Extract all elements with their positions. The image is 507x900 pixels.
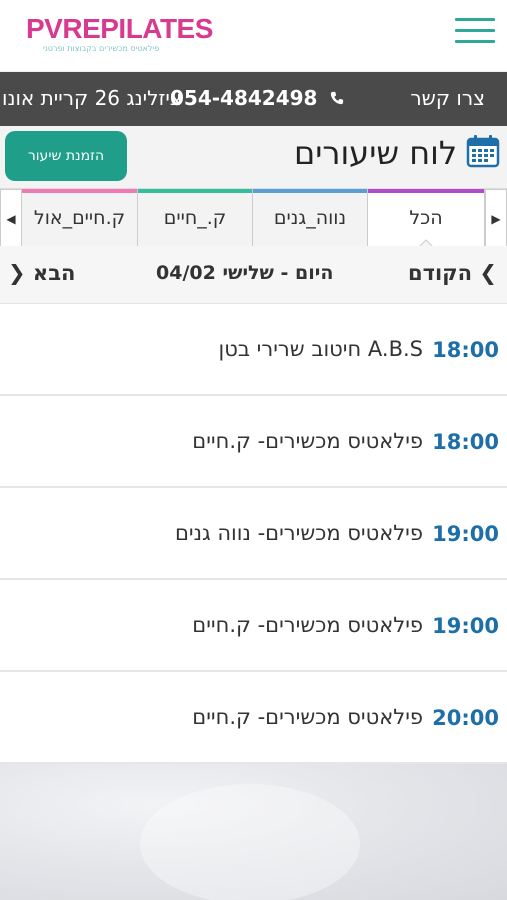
logo-wordmark: PVREPILATES [26,13,213,44]
tab-neve-ganim[interactable]: נווה_גנים [253,189,368,247]
chevron-right-icon: ❯ [479,261,497,285]
next-day-label: הבא [32,261,76,285]
class-time: 19:00 [432,614,499,638]
class-name: פילאטיס מכשירים- ק.חיים [192,705,423,729]
logo-tagline: פילאטיס מכשירים בקבוצות ופרטני [42,44,160,53]
class-row[interactable]: 19:00 פילאטיס מכשירים- ק.חיים [0,580,507,672]
chevron-left-icon: ❮ [8,261,26,285]
previous-day-label: הקודם [408,261,473,285]
logo-pure-text: PVRE [26,13,101,44]
class-name: פילאטיס מכשירים- ק.חיים [192,613,423,637]
class-time: 18:00 [432,338,499,362]
tab-label: ק.חיים_אול [33,207,126,229]
current-day-label: היום - שלישי 04/02 [156,262,334,284]
class-row[interactable]: 20:00 פילאטיס מכשירים- ק.חיים [0,672,507,764]
contact-us-link[interactable]: צרו קשר [410,86,485,110]
logo-pilates-text: PILATES [100,13,213,44]
tab-color-bar [368,189,484,193]
book-class-button[interactable]: הזמנת שיעור [5,131,127,181]
next-day-button[interactable]: הבא ❮ [8,261,75,285]
contact-address: ציזלינג 26 קריית אונו [2,86,182,110]
class-time: 19:00 [432,522,499,546]
class-list: 18:00 A.B.S חיטוב שרירי בטן 18:00 פילאטי… [0,304,507,764]
schedule-header: הזמנת שיעור לוח שיעורים [0,126,507,188]
tab-kiryat-haim[interactable]: ק._חיים [138,189,253,247]
class-name: פילאטיס מכשירים- נווה גנים [174,521,423,545]
tab-color-bar [22,189,137,193]
tab-all[interactable]: הכל [368,189,485,247]
logo[interactable]: PVREPILATES פילאטיס מכשירים בקבוצות ופרט… [26,13,213,58]
top-bar: PVREPILATES פילאטיס מכשירים בקבוצות ופרט… [0,0,507,72]
contact-bar: צרו קשר 054-4842498 ציזלינג 26 קריית אונ… [0,72,507,126]
calendar-icon [466,135,500,168]
tab-label: ק._חיים [163,207,227,229]
tab-label: הכל [409,207,443,229]
tabs-scroll-left-icon[interactable]: ◀ [0,189,22,247]
tab-label: נווה_גנים [273,207,347,229]
class-name: פילאטיס מכשירים- ק.חיים [192,429,423,453]
phone-number: 054-4842498 [170,86,318,110]
tab-kiryat-haim-ul[interactable]: ק.חיים_אול [22,189,138,247]
location-tabs: ◀ ק.חיים_אול ק._חיים נווה_גנים הכל ▶ [0,188,507,247]
class-row[interactable]: 18:00 A.B.S חיטוב שרירי בטן [0,304,507,396]
footer-background-image [0,764,507,900]
class-row[interactable]: 18:00 פילאטיס מכשירים- ק.חיים [0,396,507,488]
class-row[interactable]: 19:00 פילאטיס מכשירים- נווה גנים [0,488,507,580]
day-navigation: ❯ הקודם היום - שלישי 04/02 הבא ❮ [0,246,507,304]
previous-day-button[interactable]: ❯ הקודם [408,261,497,285]
tab-color-bar [253,189,367,193]
class-name: A.B.S חיטוב שרירי בטן [218,337,423,361]
tabs-scroll-right-icon[interactable]: ▶ [485,189,507,247]
tab-color-bar [138,189,252,193]
page-title: לוח שיעורים [293,134,457,172]
hamburger-menu-icon[interactable] [455,18,495,52]
class-time: 18:00 [432,430,499,454]
phone-icon [331,91,344,105]
class-time: 20:00 [432,706,499,730]
contact-phone[interactable]: 054-4842498 [170,86,344,110]
footer-decorative-shape [140,784,360,900]
